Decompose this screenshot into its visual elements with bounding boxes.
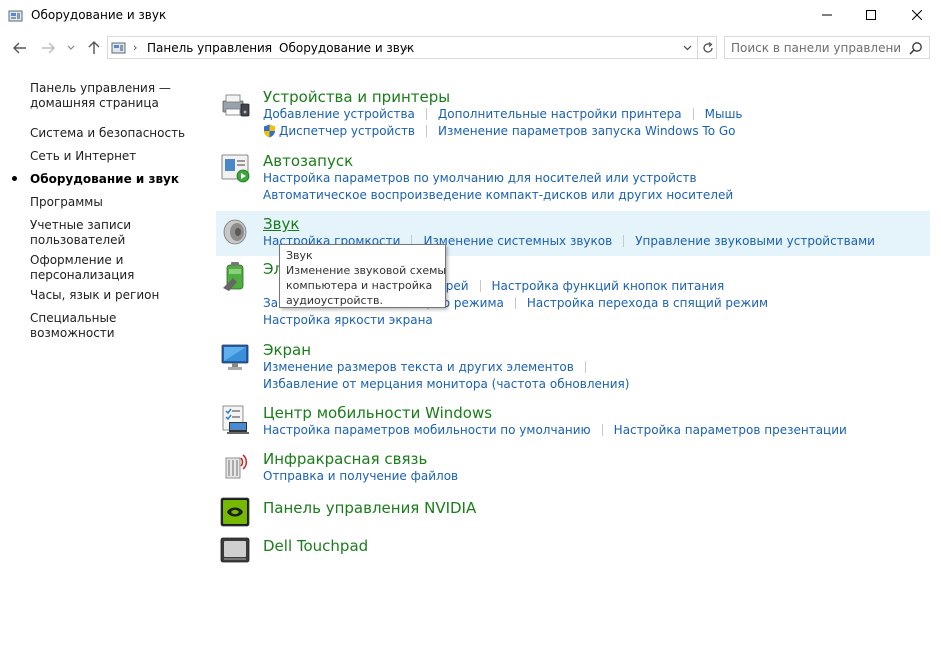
link-text-size[interactable]: Изменение размеров текста и других элеме… (263, 360, 574, 374)
nav-control-panel-home[interactable]: Панель управления — домашняя страница (30, 81, 195, 111)
refresh-button[interactable] (697, 37, 717, 58)
link-refresh-rate[interactable]: Избавление от мерцания монитора (частота… (263, 377, 629, 391)
link-mobility-defaults[interactable]: Настройка параметров мобильности по умол… (263, 423, 591, 437)
address-bar[interactable]: › Панель управления › Оборудование и зву… (107, 36, 717, 59)
maximize-button[interactable] (848, 0, 894, 30)
category-title[interactable]: Dell Touchpad (263, 537, 368, 555)
link-autoplay-cds[interactable]: Автоматическое воспроизведение компакт-д… (263, 188, 733, 202)
nav-network-and-internet[interactable]: Сеть и Интернет (30, 149, 195, 164)
search-icon[interactable] (909, 41, 923, 55)
autoplay-icon (221, 154, 250, 183)
minimize-icon (822, 14, 832, 16)
touchpad-icon (220, 537, 250, 563)
refresh-icon (702, 41, 713, 53)
breadcrumb-separator-icon[interactable]: › (264, 41, 268, 54)
nav-ease-of-access[interactable]: Специальные возможности (30, 311, 195, 341)
link-autoplay-defaults[interactable]: Настройка параметров по умолчанию для но… (263, 171, 697, 185)
link-power-button-functions[interactable]: Настройка функций кнопок питания (492, 279, 725, 293)
title-bar: Оборудование и звук (0, 0, 941, 32)
link-power-partial[interactable]: За (263, 296, 278, 310)
link-device-manager[interactable]: Диспетчер устройств (279, 124, 415, 138)
up-button[interactable] (84, 38, 104, 58)
nav-appearance-and-personalization[interactable]: Оформление и персонализация (30, 253, 195, 283)
printer-icon (222, 94, 250, 117)
nav-clock-language-region[interactable]: Часы, язык и регион (30, 288, 195, 303)
nvidia-icon (220, 497, 250, 527)
active-indicator (12, 176, 17, 181)
link-change-system-sounds[interactable]: Изменение системных звуков (423, 234, 612, 248)
forward-button[interactable] (38, 38, 58, 58)
navigation-bar: › Панель управления › Оборудование и зву… (0, 36, 941, 60)
nav-system-and-security[interactable]: Система и безопасность (30, 126, 195, 141)
close-icon (912, 10, 922, 20)
control-panel-icon (111, 42, 126, 54)
link-manage-audio-devices[interactable]: Управление звуковыми устройствами (635, 234, 875, 248)
minimize-button[interactable] (804, 0, 850, 30)
link-sleep-settings[interactable]: Настройка перехода в спящий режим (527, 296, 768, 310)
arrow-up-icon (88, 41, 100, 54)
monitor-icon (221, 344, 249, 370)
link-windows-to-go[interactable]: Изменение параметров запуска Windows To … (438, 124, 735, 138)
link-add-device[interactable]: Добавление устройства (263, 107, 415, 121)
search-input[interactable] (731, 39, 901, 56)
tooltip-text: аудиоустройств. (286, 294, 383, 307)
breadcrumb-control-panel[interactable]: Панель управления (147, 41, 272, 55)
link-send-receive-files[interactable]: Отправка и получение файлов (263, 469, 458, 483)
category-title[interactable]: Инфракрасная связь (263, 450, 427, 468)
infrared-icon (225, 454, 248, 479)
nav-hardware-and-sound[interactable]: Оборудование и звук (30, 172, 195, 187)
address-history-button[interactable] (677, 37, 697, 58)
mobility-center-icon (222, 405, 249, 434)
back-button[interactable] (10, 38, 30, 58)
battery-icon (223, 262, 244, 291)
category-title[interactable]: Звук (263, 215, 299, 233)
nav-user-accounts[interactable]: Учетные записи пользователей (30, 218, 195, 248)
nav-programs[interactable]: Программы (30, 195, 195, 210)
link-mouse[interactable]: Мышь (705, 107, 743, 121)
sound-tooltip: Звук Изменение звуковой схемы компьютера… (279, 244, 446, 308)
category-title[interactable]: Автозапуск (263, 152, 353, 170)
tooltip-title: Звук (286, 249, 313, 262)
maximize-icon (866, 10, 876, 20)
arrow-left-icon (13, 42, 26, 54)
link-advanced-printer-setup[interactable]: Дополнительные настройки принтера (438, 107, 682, 121)
chevron-down-icon (683, 45, 691, 50)
breadcrumb-separator-icon[interactable]: › (404, 41, 408, 54)
breadcrumb-hardware-and-sound[interactable]: Оборудование и звук (279, 41, 414, 55)
arrow-right-icon (42, 42, 55, 54)
speaker-icon (223, 219, 247, 245)
breadcrumb-separator-icon[interactable]: › (133, 41, 137, 54)
link-presentation-settings[interactable]: Настройка параметров презентации (614, 423, 847, 437)
tooltip-text: Изменение звуковой схемы (286, 264, 447, 277)
category-title[interactable]: Экран (263, 341, 311, 359)
search-box[interactable] (724, 36, 930, 59)
category-title[interactable]: Панель управления NVIDIA (263, 499, 476, 517)
recent-locations-button[interactable] (64, 38, 78, 58)
tooltip-text: компьютера и настройка (286, 279, 433, 292)
link-screen-brightness[interactable]: Настройка яркости экрана (263, 313, 433, 327)
uac-shield-icon (264, 124, 275, 138)
close-button[interactable] (894, 0, 940, 30)
category-title[interactable]: Устройства и принтеры (263, 88, 450, 106)
window-title: Оборудование и звук (31, 8, 167, 22)
control-panel-icon (8, 10, 23, 22)
category-title[interactable]: Центр мобильности Windows (263, 404, 492, 422)
chevron-down-icon (67, 45, 75, 50)
